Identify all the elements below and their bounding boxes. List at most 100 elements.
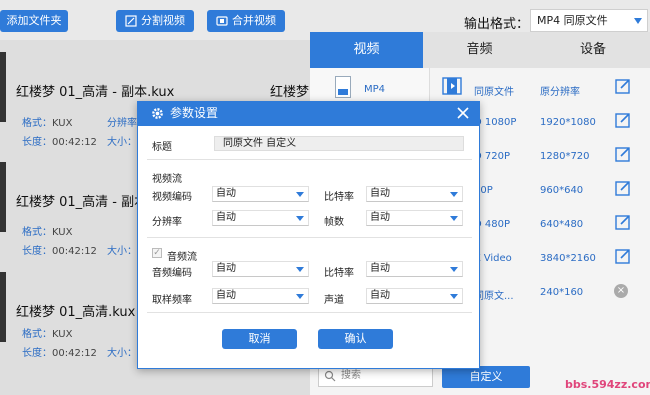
close-icon[interactable]	[456, 106, 470, 120]
split-video-label: 分割视频	[141, 14, 185, 27]
add-folder-button[interactable]: 添加文件夹	[0, 10, 68, 32]
framerate-select[interactable]: 自动	[366, 210, 463, 226]
audio-codec-select[interactable]: 自动	[212, 261, 309, 277]
output-file-name: 红楼梦	[270, 85, 310, 100]
output-format-select[interactable]: MP4 同原文件	[530, 9, 648, 32]
preset-resolution: 640*480	[540, 219, 584, 230]
chevron-down-icon	[296, 216, 304, 221]
delete-preset-icon[interactable]: ×	[614, 284, 628, 298]
duration-value: 00:42:12	[52, 137, 97, 148]
preset-resolution: 960*640	[540, 185, 584, 196]
samplerate-label: 取样频率	[152, 295, 192, 306]
preset-resolution: 1280*720	[540, 151, 590, 162]
dialog-titlebar: 参数设置	[137, 101, 480, 126]
video-codec-select[interactable]: 自动	[212, 186, 309, 202]
resolution-select[interactable]: 自动	[212, 210, 309, 226]
framerate-label: 帧数	[324, 217, 344, 228]
merge-video-button[interactable]: 合并视频	[207, 10, 285, 32]
format-tabs: 视频 音频 设备	[310, 32, 650, 68]
channel-select[interactable]: 自动	[366, 288, 463, 304]
chevron-down-icon	[450, 216, 458, 221]
format-category-mp4[interactable]: MP4	[364, 84, 385, 95]
duration-label: 长度：	[22, 137, 52, 148]
channel-label: 声道	[324, 295, 344, 306]
format-value: KUX	[52, 118, 73, 129]
split-video-button[interactable]: 分割视频	[116, 10, 194, 32]
size-label: 大小：	[107, 246, 137, 257]
chevron-down-icon	[450, 267, 458, 272]
merge-video-label: 合并视频	[232, 14, 276, 27]
watermark: bbs.594zz.com	[565, 378, 650, 391]
format-label: 格式：	[22, 329, 52, 340]
tab-audio[interactable]: 音频	[423, 32, 536, 68]
audio-bitrate-select[interactable]: 自动	[366, 261, 463, 277]
video-codec-value: 自动	[216, 188, 236, 199]
mp4-file-icon[interactable]	[335, 76, 351, 98]
chevron-down-icon	[296, 294, 304, 299]
preset-resolution: 原分辨率	[540, 87, 580, 98]
chevron-down-icon	[296, 192, 304, 197]
preset-resolution: 3840*2160	[540, 253, 596, 264]
bitrate-label: 比特率	[324, 192, 354, 203]
edit-icon[interactable]	[614, 77, 632, 95]
samplerate-select[interactable]: 自动	[212, 288, 309, 304]
file-name: 红楼梦 01_高清 - 副本	[16, 195, 148, 210]
output-format-value: MP4 同原文件	[537, 14, 608, 27]
video-stream-label: 视频流	[152, 174, 182, 185]
preset-resolution: 1920*1080	[540, 117, 596, 128]
resolution-label: 分辨率	[107, 118, 137, 129]
tab-video[interactable]: 视频	[310, 32, 423, 68]
format-label: 格式：	[22, 227, 52, 238]
file-name: 红楼梦 01_高清 - 副本.kux	[16, 85, 175, 100]
audio-bitrate-value: 自动	[370, 263, 390, 274]
edit-icon[interactable]	[614, 145, 632, 163]
output-format-label: 输出格式：	[464, 17, 530, 32]
bitrate-select[interactable]: 自动	[366, 186, 463, 202]
format-value: KUX	[52, 227, 73, 238]
size-label: 大小：	[107, 348, 137, 359]
bitrate-value: 自动	[370, 188, 390, 199]
audio-stream-label: 音频流	[167, 252, 197, 263]
file-name: 红楼梦 01_高清.kux	[16, 305, 136, 320]
thumbnail	[0, 52, 6, 122]
edit-icon[interactable]	[614, 179, 632, 197]
duration-label: 长度：	[22, 348, 52, 359]
format-value: KUX	[52, 329, 73, 340]
edit-icon[interactable]	[614, 213, 632, 231]
thumbnail	[0, 162, 6, 232]
search-icon	[324, 370, 336, 382]
cancel-button[interactable]: 取消	[222, 329, 297, 349]
divider	[147, 312, 472, 313]
search-placeholder: 搜索	[341, 370, 361, 381]
duration-label: 长度：	[22, 246, 52, 257]
tab-device[interactable]: 设备	[536, 32, 650, 68]
video-codec-label: 视频编码	[152, 192, 192, 203]
chevron-down-icon	[450, 294, 458, 299]
framerate-value: 自动	[370, 212, 390, 223]
dialog-title: 参数设置	[170, 106, 219, 120]
custom-button[interactable]: 自定义	[442, 366, 530, 388]
resolution-label: 分辨率	[152, 217, 182, 228]
audio-stream-checkbox[interactable]: ✓	[152, 248, 162, 258]
title-label: 标题	[152, 142, 172, 153]
divider	[147, 237, 472, 238]
resolution-value: 自动	[216, 212, 236, 223]
size-label: 大小：	[107, 137, 137, 148]
chevron-down-icon	[634, 18, 642, 24]
confirm-button[interactable]: 确认	[318, 329, 393, 349]
format-label: 格式：	[22, 118, 52, 129]
merge-icon	[216, 16, 228, 26]
split-icon	[125, 15, 137, 27]
duration-value: 00:42:12	[52, 348, 97, 359]
edit-icon[interactable]	[614, 247, 632, 265]
add-folder-label: 添加文件夹	[6, 14, 62, 27]
preset-resolution: 240*160	[540, 287, 584, 298]
channel-value: 自动	[370, 290, 390, 301]
divider	[147, 159, 472, 160]
duration-value: 00:42:12	[52, 246, 97, 257]
chevron-down-icon	[450, 192, 458, 197]
edit-icon[interactable]	[614, 111, 632, 129]
title-field[interactable]: 同原文件 自定义	[214, 136, 464, 151]
samplerate-value: 自动	[216, 290, 236, 301]
gear-icon	[152, 108, 163, 119]
